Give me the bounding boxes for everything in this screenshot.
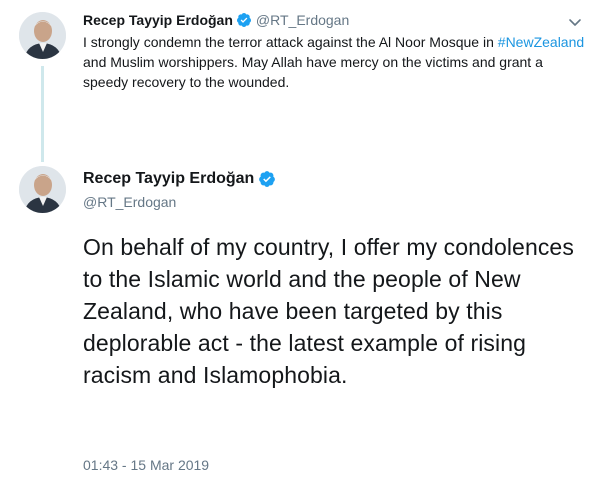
parent-tweet[interactable]: Recep Tayyip Erdoğan @RT_Erdogan I stron… bbox=[0, 0, 604, 140]
chevron-down-icon[interactable] bbox=[565, 12, 585, 32]
verified-badge-icon bbox=[258, 170, 276, 188]
focused-tweet-header: Recep Tayyip Erdoğan bbox=[83, 168, 276, 190]
author-name[interactable]: Recep Tayyip Erdoğan bbox=[83, 170, 254, 188]
tweet-text-segment: and Muslim worshippers. May Allah have m… bbox=[83, 54, 543, 90]
focused-tweet-text: On behalf of my country, I offer my cond… bbox=[83, 234, 574, 388]
avatar-portrait-icon bbox=[19, 166, 66, 213]
avatar[interactable] bbox=[19, 12, 66, 59]
parent-tweet-text: I strongly condemn the terror attack aga… bbox=[83, 32, 588, 92]
author-name[interactable]: Recep Tayyip Erdoğan bbox=[83, 11, 233, 29]
author-handle[interactable]: @RT_Erdogan bbox=[83, 193, 176, 211]
author-handle[interactable]: @RT_Erdogan bbox=[256, 11, 349, 29]
avatar-portrait-icon bbox=[19, 12, 66, 59]
hashtag-link[interactable]: #NewZealand bbox=[498, 34, 584, 50]
tweet-timestamp[interactable]: 01:43 - 15 Mar 2019 bbox=[83, 456, 209, 474]
avatar[interactable] bbox=[19, 166, 66, 213]
verified-badge-icon bbox=[236, 12, 252, 28]
tweet-thread: Recep Tayyip Erdoğan @RT_Erdogan I stron… bbox=[0, 0, 604, 479]
tweet-text-segment: I strongly condemn the terror attack aga… bbox=[83, 34, 498, 50]
parent-tweet-header: Recep Tayyip Erdoğan @RT_Erdogan bbox=[83, 11, 349, 29]
